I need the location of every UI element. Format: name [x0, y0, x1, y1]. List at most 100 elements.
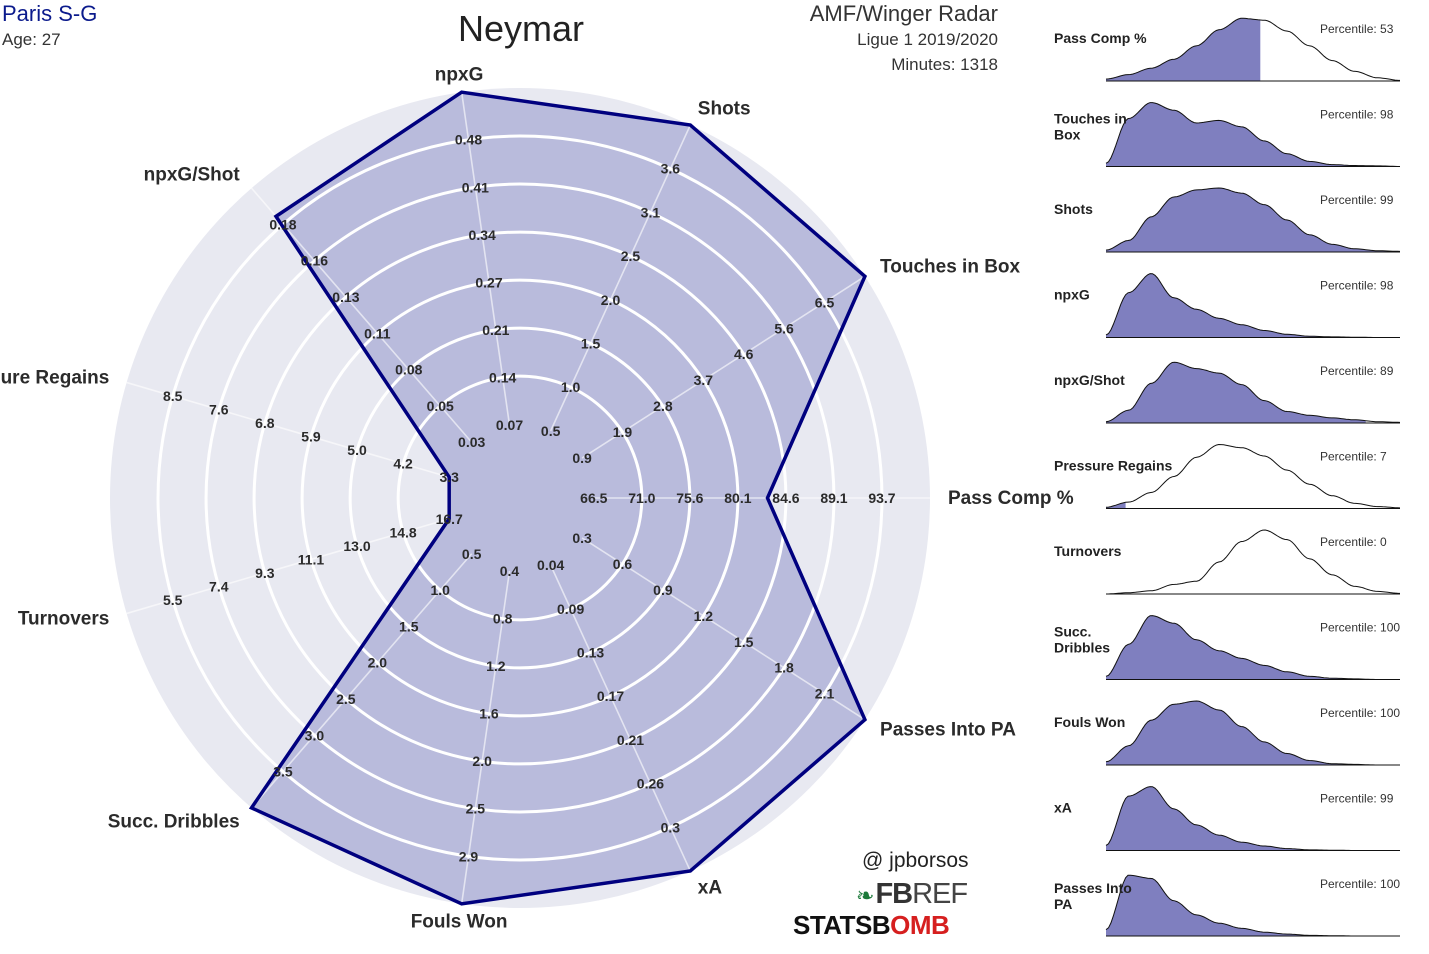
- tick-label: 84.6: [772, 490, 799, 506]
- tick-label: 11.1: [298, 551, 325, 567]
- tick-label: 0.13: [577, 645, 604, 661]
- tick-label: 1.5: [581, 335, 601, 351]
- tick-label: 7.4: [209, 578, 229, 594]
- tick-label: 13.0: [343, 538, 370, 554]
- percentile-label: Percentile: 100: [1320, 621, 1400, 635]
- percentile-label: Percentile: 53: [1320, 22, 1394, 36]
- axis-label: Pass Comp %: [948, 488, 1074, 509]
- tick-label: 0.05: [427, 398, 454, 414]
- percentile-label: Percentile: 100: [1320, 706, 1400, 720]
- distribution-label: Pass Comp %: [1054, 30, 1147, 46]
- tick-label: 0.48: [455, 132, 482, 148]
- tick-label: 2.5: [466, 801, 486, 817]
- tick-label: 16.7: [436, 511, 463, 527]
- tick-label: 0.6: [613, 556, 633, 572]
- tick-label: 0.5: [541, 423, 561, 439]
- percentile-label: Percentile: 0: [1320, 535, 1387, 549]
- tick-label: 5.0: [347, 442, 367, 458]
- tick-label: 5.5: [163, 592, 183, 608]
- tick-label: 89.1: [820, 490, 847, 506]
- tick-label: 2.8: [653, 398, 673, 414]
- tick-label: 1.8: [774, 660, 794, 676]
- tick-label: 3.5: [273, 764, 293, 780]
- tick-label: 0.16: [301, 253, 328, 269]
- tick-label: 1.9: [613, 424, 633, 440]
- distribution-label: Turnovers: [1054, 543, 1122, 559]
- percentile-label: Percentile: 100: [1320, 877, 1400, 891]
- tick-label: 1.2: [694, 608, 714, 624]
- tick-label: 3.0: [305, 727, 325, 743]
- tick-label: 2.0: [368, 655, 388, 671]
- tick-label: 5.6: [774, 320, 794, 336]
- tick-label: 3.3: [439, 469, 459, 485]
- tick-label: 0.26: [637, 776, 664, 792]
- tick-label: 0.03: [458, 434, 485, 450]
- tick-label: 0.14: [489, 369, 516, 385]
- distribution-label: npxG: [1054, 287, 1090, 303]
- distribution-label: npxG/Shot: [1054, 372, 1125, 388]
- tick-label: 0.5: [462, 546, 482, 562]
- tick-label: 0.21: [617, 732, 644, 748]
- percentile-label: Percentile: 7: [1320, 450, 1387, 464]
- tick-label: 0.09: [557, 601, 584, 617]
- tick-label: 4.6: [734, 346, 754, 362]
- tick-label: 3.6: [661, 161, 681, 177]
- tick-label: 1.6: [479, 706, 499, 722]
- percentile-label: Percentile: 99: [1320, 792, 1394, 806]
- axis-label: Succ. Dribbles: [108, 811, 240, 832]
- tick-label: 8.5: [163, 388, 183, 404]
- distribution-label: Succ.: [1054, 624, 1091, 640]
- axis-label: Shots: [698, 99, 751, 120]
- tick-label: 1.0: [430, 582, 450, 598]
- tick-label: 2.0: [601, 292, 621, 308]
- tick-label: 4.2: [393, 456, 413, 472]
- tick-label: 0.3: [572, 530, 592, 546]
- tick-label: 1.5: [399, 618, 419, 634]
- tick-label: 0.13: [332, 289, 359, 305]
- axis-label: Fouls Won: [411, 912, 508, 933]
- distribution-label: Box: [1054, 127, 1081, 143]
- tick-label: 80.1: [724, 490, 751, 506]
- tick-label: 1.5: [734, 634, 754, 650]
- tick-label: 3.1: [641, 204, 661, 220]
- tick-label: 6.5: [815, 294, 835, 310]
- distribution-label: xA: [1054, 800, 1072, 816]
- percentile-distributions: Pass Comp % Percentile: 53 Touches inBox Pe…: [1054, 17, 1400, 937]
- fbref-logo: ❧FBREF: [856, 878, 968, 910]
- axis-label: Turnovers: [18, 609, 110, 630]
- tick-label: 0.21: [482, 322, 509, 338]
- statsbomb-logo: STATSBOMB: [793, 910, 950, 940]
- axis-label: npxG: [435, 64, 484, 85]
- tick-label: 75.6: [676, 490, 703, 506]
- distribution-label: Dribbles: [1054, 640, 1110, 656]
- tick-label: 0.9: [653, 582, 673, 598]
- axis-label: npxG/Shot: [144, 165, 241, 186]
- percentile-label: Percentile: 98: [1320, 108, 1394, 122]
- tick-label: 0.04: [537, 557, 564, 573]
- distribution-label: Passes Into: [1054, 880, 1132, 896]
- percentile-label: Percentile: 99: [1320, 193, 1394, 207]
- tick-label: 66.5: [580, 490, 607, 506]
- tick-label: 3.7: [694, 372, 714, 388]
- tick-label: 9.3: [255, 565, 275, 581]
- tick-label: 0.08: [395, 362, 422, 378]
- distribution-label: Fouls Won: [1054, 714, 1125, 730]
- tick-label: 14.8: [389, 524, 416, 540]
- tick-label: 0.8: [493, 611, 513, 627]
- tick-label: 0.3: [661, 819, 681, 835]
- tick-label: 2.0: [472, 753, 492, 769]
- tick-label: 2.1: [815, 686, 835, 702]
- distribution-label: Touches in: [1054, 111, 1127, 127]
- tick-label: 0.18: [269, 216, 296, 232]
- leaf-icon: ❧: [856, 883, 874, 908]
- tick-label: 2.5: [621, 248, 641, 264]
- tick-label: 2.5: [336, 691, 356, 707]
- radar-plot: 66.5 71.0 75.6 80.1 84.6 89.1 93.7 Pass Comp % 0…: [0, 64, 1074, 932]
- tick-label: 2.9: [459, 848, 479, 864]
- tick-label: 1.2: [486, 658, 506, 674]
- distribution-label: PA: [1054, 896, 1072, 912]
- axis-label: Touches in Box: [880, 257, 1020, 278]
- author-credit: @ jpborsos: [862, 849, 969, 872]
- tick-label: 5.9: [301, 429, 321, 445]
- tick-label: 0.41: [462, 179, 489, 195]
